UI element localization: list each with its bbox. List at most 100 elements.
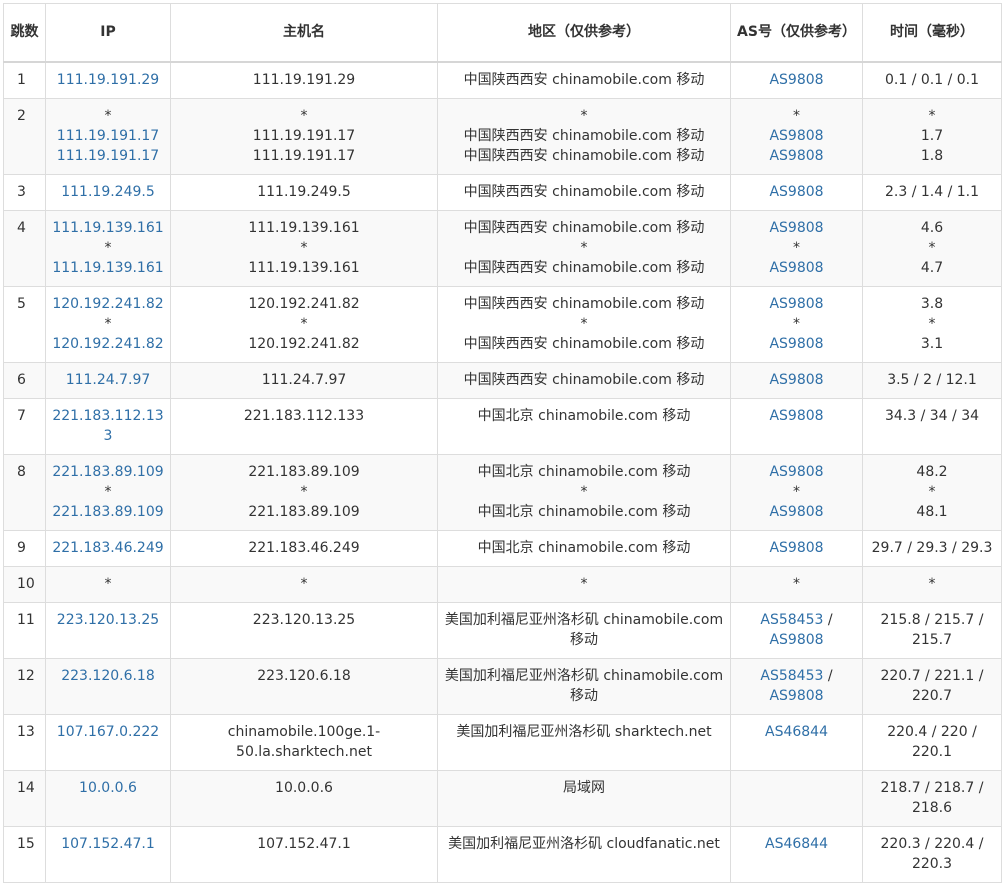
as-link[interactable]: AS46844 — [737, 722, 856, 742]
hostname-cell: 111.19.139.161 * 111.19.139.161 — [170, 209, 438, 287]
as-link[interactable]: AS58453 — [760, 668, 823, 684]
as-link[interactable]: AS9808 — [737, 294, 856, 314]
as-cell: AS9808 — [730, 61, 863, 99]
time-cell: 218.7 / 218.7 / 218.6 — [862, 769, 1002, 827]
ip-link[interactable]: 111.19.249.5 — [52, 182, 164, 202]
ip-link[interactable]: 111.19.191.17 — [52, 146, 164, 166]
ip-link[interactable]: 107.167.0.222 — [52, 722, 164, 742]
host-text: 111.19.139.161 — [248, 259, 360, 276]
region-text: * — [580, 483, 588, 500]
as-cell: AS46844 — [730, 713, 863, 771]
time-cell: 48.2 * 48.1 — [862, 453, 1002, 531]
ip-link[interactable]: 111.19.191.29 — [52, 70, 164, 90]
as-text: * — [793, 315, 800, 332]
time-text: 220.7 / 221.1 / 220.7 — [880, 667, 984, 704]
as-separator: / — [823, 667, 833, 684]
table-row: 10 * * * * * — [3, 565, 1002, 603]
as-link[interactable]: AS9808 — [737, 218, 856, 238]
time-cell: 220.4 / 220 / 220.1 — [862, 713, 1002, 771]
as-cell: AS9808 * AS9808 — [730, 453, 863, 531]
hostname-cell: 111.19.249.5 — [170, 173, 438, 211]
hop-cell: 2 — [3, 97, 46, 175]
ip-link[interactable]: 10.0.0.6 — [52, 778, 164, 798]
table-row: 8 221.183.89.109 * 221.183.89.109 221.183.89… — [3, 453, 1002, 531]
ip-link[interactable]: 120.192.241.82 — [52, 334, 164, 354]
table-row: 13 107.167.0.222 chinamobile.100ge.1-50.la… — [3, 713, 1002, 771]
as-cell — [730, 769, 863, 827]
as-link[interactable]: AS9808 — [737, 334, 856, 354]
hop-cell: 5 — [3, 285, 46, 363]
time-text: 48.2 — [916, 463, 948, 480]
ip-text: * — [104, 315, 112, 332]
as-link[interactable]: AS9808 — [737, 258, 856, 278]
region-cell: 中国陕西西安 chinamobile.com 移动 * 中国陕西西安 chinamo… — [437, 209, 731, 287]
as-link[interactable]: AS9808 — [737, 182, 856, 202]
region-text: 中国陕西西安 chinamobile.com 移动 — [463, 147, 705, 164]
host-text: 111.19.191.17 — [252, 147, 356, 164]
hop-cell: 6 — [3, 361, 46, 399]
as-cell: AS9808 — [730, 173, 863, 211]
region-cell: 中国北京 chinamobile.com 移动 * 中国北京 chinamobile… — [437, 453, 731, 531]
as-link[interactable]: AS9808 — [737, 126, 856, 146]
as-link[interactable]: AS46844 — [737, 834, 856, 854]
region-cell: 美国加利福尼亚州洛杉矶 sharktech.net — [437, 713, 731, 771]
ip-link[interactable]: 120.192.241.82 — [52, 294, 164, 314]
time-text: 3.5 / 2 / 12.1 — [887, 371, 977, 388]
region-cell: 中国北京 chinamobile.com 移动 — [437, 397, 731, 455]
header-row: 跳数 IP 主机名 地区（仅供参考） AS号（仅供参考） 时间（毫秒） — [3, 3, 1002, 63]
as-link[interactable]: AS9808 — [737, 538, 856, 558]
ip-link[interactable]: 221.183.46.249 — [52, 538, 164, 558]
time-cell: 2.3 / 1.4 / 1.1 — [862, 173, 1002, 211]
time-cell: 220.3 / 220.4 / 220.3 — [862, 825, 1002, 883]
ip-link[interactable]: 223.120.6.18 — [52, 666, 164, 686]
as-cell: AS9808 * AS9808 — [730, 285, 863, 363]
as-link[interactable]: AS9808 — [737, 406, 856, 426]
ip-link[interactable]: 111.19.139.161 — [52, 218, 164, 238]
hop-cell: 9 — [3, 529, 46, 567]
ip-link[interactable]: 111.24.7.97 — [52, 370, 164, 390]
hop-cell: 15 — [3, 825, 46, 883]
host-text: 10.0.0.6 — [275, 779, 333, 796]
table-row: 6 111.24.7.97 111.24.7.97 中国陕西西安 chinamobil… — [3, 361, 1002, 399]
ip-link[interactable]: 111.19.139.161 — [52, 258, 164, 278]
as-link[interactable]: AS9808 — [737, 462, 856, 482]
ip-cell: 111.19.191.29 — [45, 61, 171, 99]
table-row: 15 107.152.47.1 107.152.47.1 美国加利福尼亚州洛杉矶 cl… — [3, 825, 1002, 883]
region-text: 中国陕西西安 chinamobile.com 移动 — [463, 259, 705, 276]
as-text: * — [793, 483, 800, 500]
table-row: 7 221.183.112.133 221.183.112.133 中国北京 chin… — [3, 397, 1002, 455]
ip-link[interactable]: 221.183.112.133 — [52, 406, 164, 446]
as-link[interactable]: AS9808 — [737, 70, 856, 90]
host-text: 111.19.139.161 — [248, 219, 360, 236]
time-text: 0.1 / 0.1 / 0.1 — [884, 71, 980, 88]
time-text: 2.3 / 1.4 / 1.1 — [884, 183, 980, 200]
ip-text: * — [104, 483, 112, 500]
region-cell: 美国加利福尼亚州洛杉矶 chinamobile.com 移动 — [437, 657, 731, 715]
as-link[interactable]: AS58453 — [760, 612, 823, 628]
time-text: 220.4 / 220 / 220.1 — [887, 723, 977, 760]
time-text: 215.8 / 215.7 / 215.7 — [880, 611, 984, 648]
time-text: 1.7 — [920, 127, 944, 144]
time-text: 34.3 / 34 / 34 — [884, 407, 980, 424]
hostname-cell: * — [170, 565, 438, 603]
as-link[interactable]: AS9808 — [737, 146, 856, 166]
time-text: 48.1 — [916, 503, 948, 520]
time-cell: 0.1 / 0.1 / 0.1 — [862, 61, 1002, 99]
time-cell: 3.8 * 3.1 — [862, 285, 1002, 363]
region-cell: 中国陕西西安 chinamobile.com 移动 — [437, 61, 731, 99]
as-link[interactable]: AS9808 — [737, 370, 856, 390]
traceroute-table: 跳数 IP 主机名 地区（仅供参考） AS号（仅供参考） 时间（毫秒） 1 111… — [3, 3, 1002, 883]
table-row: 9 221.183.46.249 221.183.46.249 中国北京 chinam… — [3, 529, 1002, 567]
ip-link[interactable]: 223.120.13.25 — [52, 610, 164, 630]
time-cell: 34.3 / 34 / 34 — [862, 397, 1002, 455]
ip-link[interactable]: 111.19.191.17 — [52, 126, 164, 146]
region-text: 中国陕西西安 chinamobile.com 移动 — [463, 219, 705, 236]
host-text: chinamobile.100ge.1-50.la.sharktech.net — [227, 723, 381, 760]
ip-link[interactable]: 107.152.47.1 — [52, 834, 164, 854]
as-link[interactable]: AS9808 — [737, 502, 856, 522]
ip-link[interactable]: 221.183.89.109 — [52, 502, 164, 522]
as-link[interactable]: AS9808 — [769, 688, 823, 704]
ip-link[interactable]: 221.183.89.109 — [52, 462, 164, 482]
ip-cell: 111.24.7.97 — [45, 361, 171, 399]
as-link[interactable]: AS9808 — [769, 632, 823, 648]
